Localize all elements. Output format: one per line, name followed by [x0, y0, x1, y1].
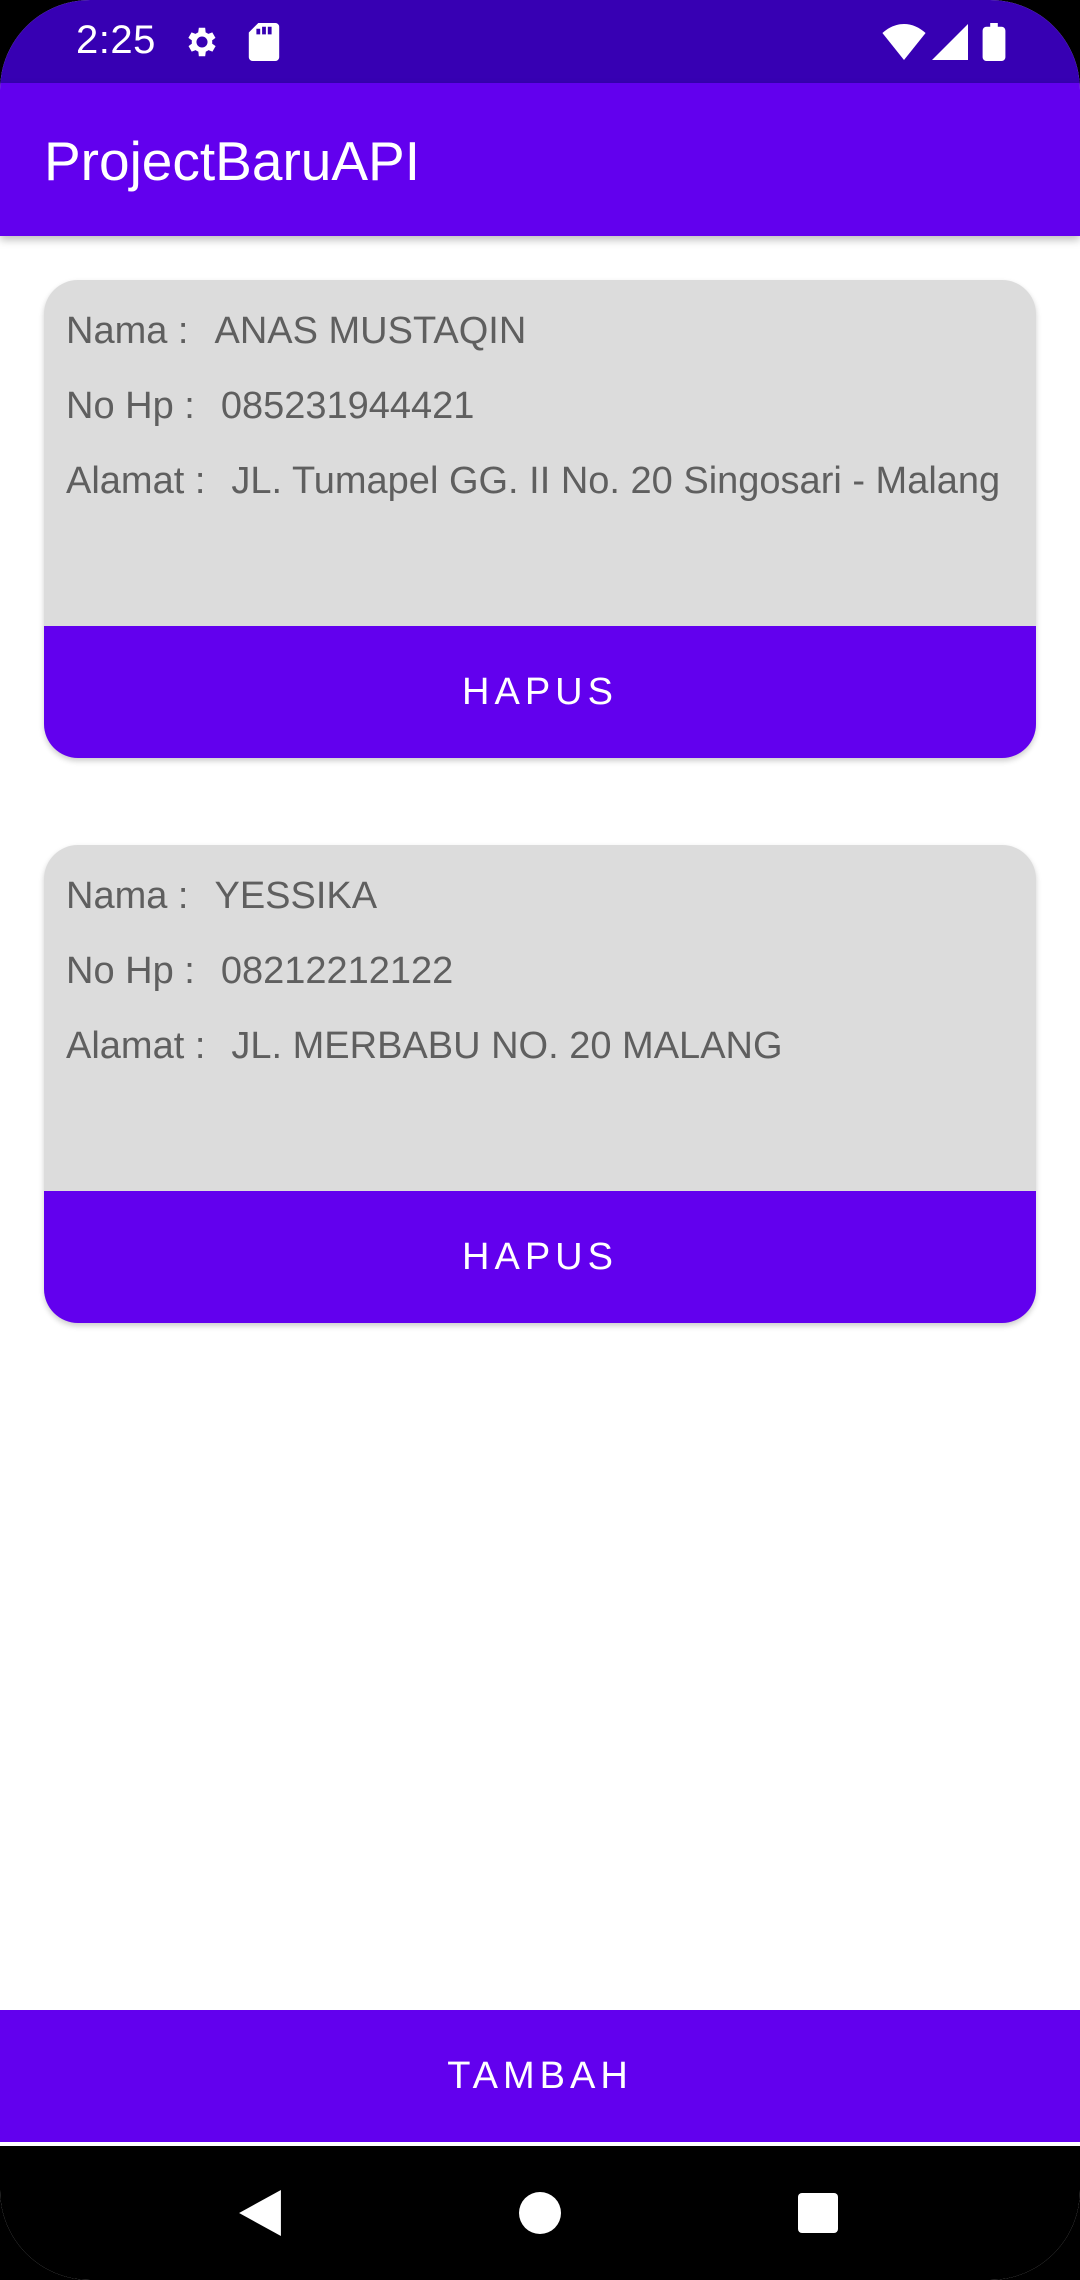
name-label: Nama : [66, 310, 189, 352]
phone-label: No Hp : [66, 385, 195, 427]
name-row: Nama : ANAS MUSTAQIN [66, 310, 526, 353]
status-bar: 2:25 [0, 0, 1080, 83]
wifi-icon [880, 18, 928, 66]
delete-button[interactable]: HAPUS [44, 1191, 1036, 1323]
phone-row: No Hp : 085231944421 [66, 385, 474, 428]
address-label: Alamat : [66, 460, 206, 502]
settings-icon [178, 18, 226, 66]
contact-card: Nama : YESSIKA No Hp : 08212212122 Alamat … [44, 845, 1036, 1323]
battery-icon [974, 18, 1014, 66]
phone-label: No Hp : [66, 950, 195, 992]
delete-button[interactable]: HAPUS [44, 626, 1036, 758]
address-value: JL. Tumapel GG. II No. 20 Singosari - Ma… [231, 460, 1001, 502]
phone-value: 08212212122 [220, 950, 454, 992]
phone-row: No Hp : 08212212122 [66, 950, 453, 993]
name-value: YESSIKA [214, 875, 378, 917]
address-label: Alamat : [66, 1025, 206, 1067]
navigation-bar [0, 2146, 1080, 2280]
phone-value: 085231944421 [220, 385, 475, 427]
home-icon[interactable] [505, 2178, 575, 2248]
phone-screen: 2:25 ProjectBaruAPI Nama : ANAS MUSTAQIN … [0, 0, 1080, 2280]
contact-card: Nama : ANAS MUSTAQIN No Hp :085231944421 … [44, 280, 1036, 758]
name-label: Nama : [66, 875, 189, 917]
name-value: ANAS MUSTAQIN [214, 310, 527, 352]
app-bar: ProjectBaruAPI [0, 83, 1080, 236]
add-button[interactable]: TAMBAH [0, 2010, 1080, 2142]
cell-signal-icon [926, 18, 974, 66]
recents-icon[interactable] [783, 2178, 853, 2248]
address-row: Alamat : JL. Tumapel GG. II No. 20 Singos… [66, 460, 1000, 503]
sd-card-icon [240, 18, 288, 66]
name-row: Nama : YESSIKA [66, 875, 377, 918]
status-time: 2:25 [76, 18, 156, 62]
address-value: JL. MERBABU NO. 20 MALANG [231, 1025, 783, 1067]
back-icon[interactable] [225, 2178, 295, 2248]
app-title: ProjectBaruAPI [44, 130, 421, 192]
address-row: Alamat : JL. MERBABU NO. 20 MALANG [66, 1025, 783, 1068]
